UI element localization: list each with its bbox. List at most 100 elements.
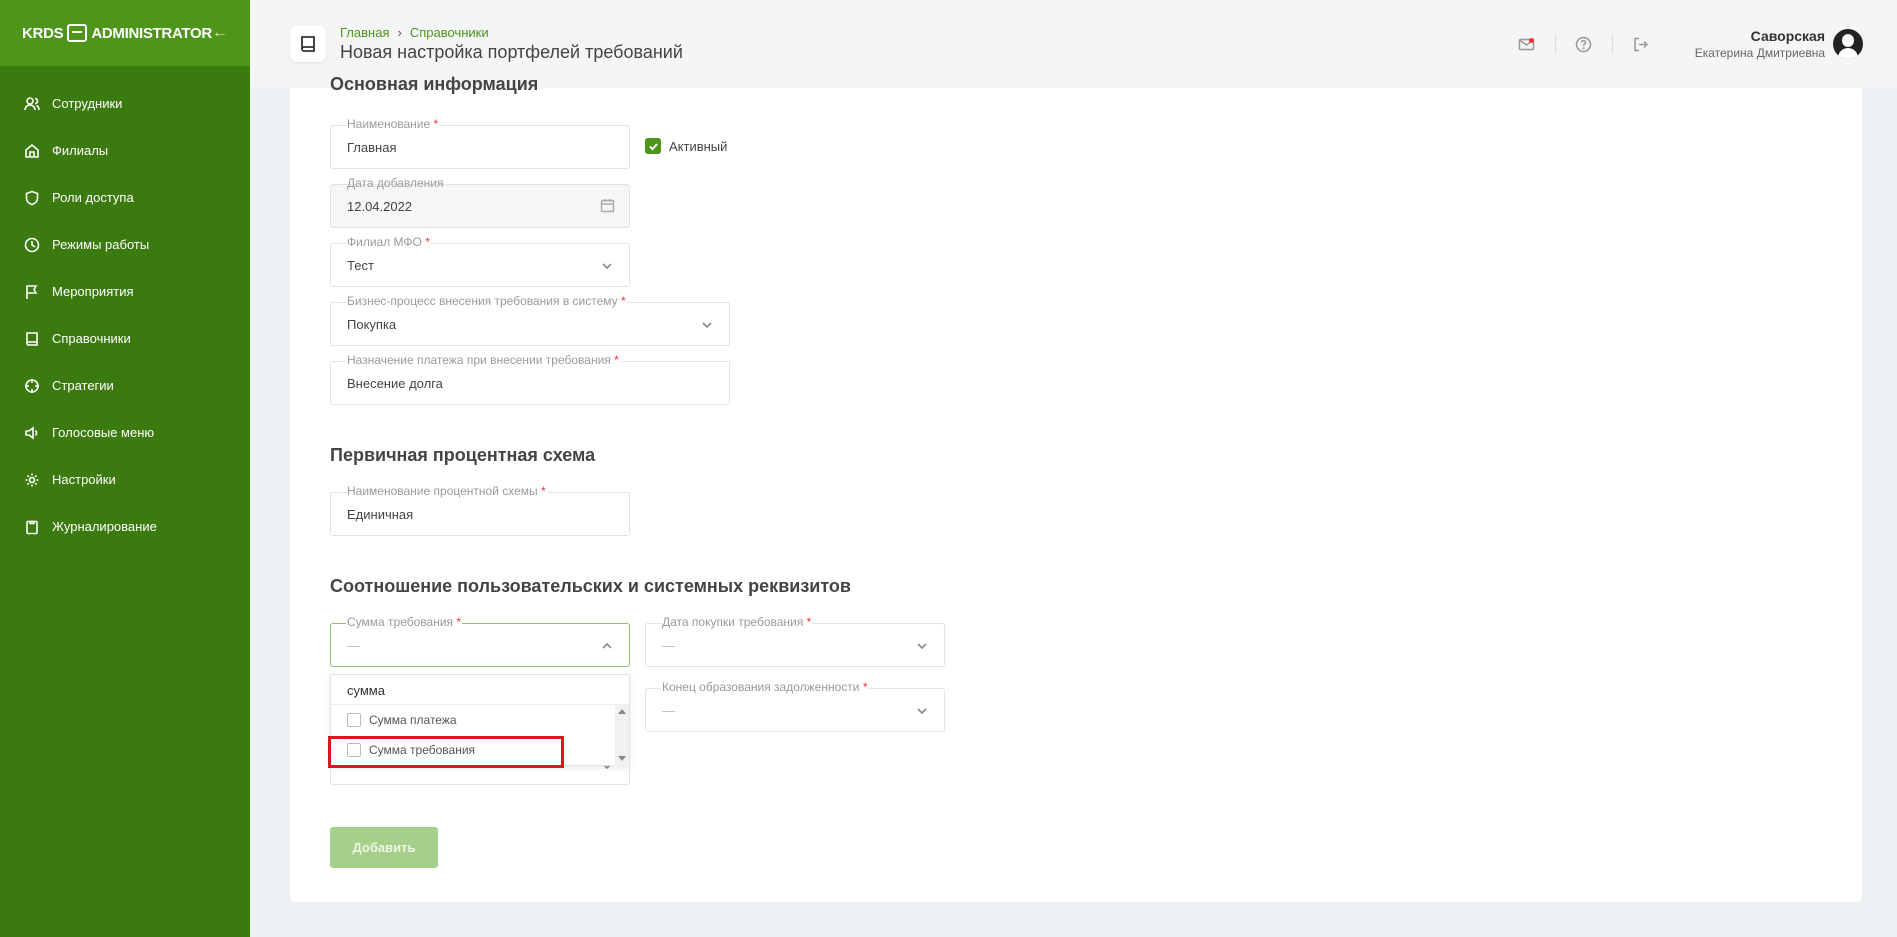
- check-icon[interactable]: [645, 138, 661, 154]
- section-title-mapping: Соотношение пользовательских и системных…: [330, 576, 851, 596]
- claim-sum-label: Сумма требования *: [346, 615, 463, 629]
- purchase-date-value: —: [662, 638, 675, 653]
- sidebar-header: KRDS ADMINISTRATOR ←: [0, 0, 250, 66]
- sidebar-item-access-roles[interactable]: Роли доступа: [0, 174, 250, 221]
- breadcrumb-home[interactable]: Главная: [340, 25, 389, 40]
- claim-sum-select[interactable]: Сумма требования * —: [330, 615, 630, 667]
- dropdown-search-input[interactable]: сумма: [331, 675, 629, 705]
- branch-label: Филиал МФО *: [346, 235, 431, 249]
- sidebar-item-label: Стратегии: [52, 378, 114, 393]
- sidebar-item-label: Сотрудники: [52, 96, 123, 111]
- user-name: Саворская: [1750, 28, 1825, 44]
- sidebar-item-logging[interactable]: Журналирование: [0, 503, 250, 550]
- active-label: Активный: [669, 138, 728, 154]
- sidebar-item-voice-menus[interactable]: Голосовые меню: [0, 409, 250, 456]
- header-actions: Саворская Екатерина Дмитриевна: [1499, 0, 1863, 88]
- name-field[interactable]: Наименование * Главная: [330, 117, 630, 169]
- sidebar-item-employees[interactable]: Сотрудники: [0, 80, 250, 127]
- branch-value: Тест: [347, 258, 374, 273]
- chevron-down-icon: [701, 318, 712, 329]
- sidebar-item-label: Мероприятия: [52, 284, 134, 299]
- users-icon: [24, 96, 40, 112]
- book-icon[interactable]: [290, 26, 326, 62]
- logo[interactable]: KRDS ADMINISTRATOR: [22, 24, 212, 42]
- sidebar-item-label: Голосовые меню: [52, 425, 155, 440]
- highlight-box: [328, 736, 564, 768]
- business-process-select[interactable]: Бизнес-процесс внесения требования в сис…: [330, 294, 730, 346]
- sidebar-item-references[interactable]: Справочники: [0, 315, 250, 362]
- active-checkbox[interactable]: Активный: [645, 138, 727, 154]
- logo-icon: [67, 24, 88, 42]
- sidebar-item-strategies[interactable]: Стратегии: [0, 362, 250, 409]
- checkbox[interactable]: [347, 713, 361, 727]
- gear-icon: [24, 472, 40, 488]
- avatar[interactable]: [1833, 29, 1863, 59]
- sidebar-item-label: Журналирование: [52, 519, 157, 534]
- shield-icon: [24, 190, 40, 206]
- business-process-label: Бизнес-процесс внесения требования в сис…: [346, 294, 627, 308]
- scheme-name-label: Наименование процентной схемы *: [346, 484, 547, 498]
- date-added-field: Дата добавления 12.04.2022: [330, 176, 630, 228]
- section-title-interest-scheme: Первичная процентная схема: [330, 445, 596, 465]
- claim-sum-value: —: [347, 638, 360, 653]
- notification-dot: [1529, 37, 1535, 43]
- sidebar: KRDS ADMINISTRATOR ← Сотрудники Филиалы …: [0, 0, 250, 937]
- divider: [1611, 34, 1613, 54]
- flag-icon: [24, 284, 40, 300]
- chevron-down-icon: [601, 259, 612, 270]
- purchase-date-select[interactable]: Дата покупки требования * —: [645, 615, 945, 667]
- header-titles: Главная › Справочники Новая настройка по…: [340, 25, 683, 63]
- crosshair-icon: [24, 378, 40, 394]
- sidebar-item-work-modes[interactable]: Режимы работы: [0, 221, 250, 268]
- breadcrumb: Главная › Справочники: [340, 25, 683, 40]
- dropdown-option-payment-sum[interactable]: Сумма платежа: [331, 705, 629, 735]
- add-button[interactable]: Добавить: [330, 827, 438, 868]
- user-subname: Екатерина Дмитриевна: [1694, 46, 1825, 60]
- divider: [1554, 34, 1556, 54]
- scroll-down-icon[interactable]: [618, 756, 626, 761]
- sidebar-item-events[interactable]: Мероприятия: [0, 268, 250, 315]
- chevron-down-icon: [916, 639, 927, 650]
- help-icon[interactable]: [1574, 34, 1594, 54]
- sidebar-item-label: Справочники: [52, 331, 131, 346]
- speaker-icon: [24, 425, 40, 441]
- debt-end-label: Конец образования задолженности *: [661, 680, 869, 694]
- scroll-up-icon[interactable]: [618, 709, 626, 714]
- branch-select[interactable]: Филиал МФО * Тест: [330, 235, 630, 287]
- purchase-date-label: Дата покупки требования *: [661, 615, 813, 629]
- logo-text: KRDS: [22, 24, 64, 42]
- breadcrumb-references[interactable]: Справочники: [410, 25, 489, 40]
- book-icon: [24, 331, 40, 347]
- logo-suffix: ADMINISTRATOR: [91, 24, 212, 42]
- section-title-main-info: Основная информация: [330, 74, 539, 94]
- clipboard-icon: [24, 519, 40, 535]
- sidebar-nav: Сотрудники Филиалы Роли доступа Режимы р…: [0, 66, 250, 550]
- sidebar-item-label: Филиалы: [52, 143, 109, 158]
- date-added-value: 12.04.2022: [347, 199, 413, 214]
- payment-purpose-label: Назначение платежа при внесении требован…: [346, 353, 620, 367]
- form-card: Основная информация Наименование * Главн…: [290, 74, 1862, 902]
- debt-end-value: —: [662, 703, 675, 718]
- sidebar-item-settings[interactable]: Настройки: [0, 456, 250, 503]
- arrow-left-icon[interactable]: ←: [212, 24, 228, 42]
- sidebar-item-branches[interactable]: Филиалы: [0, 127, 250, 174]
- calendar-icon: [600, 198, 615, 218]
- name-label: Наименование *: [346, 117, 440, 131]
- chevron-up-icon: [601, 639, 612, 649]
- logout-icon[interactable]: [1631, 34, 1651, 54]
- dropdown-scrollbar[interactable]: [615, 705, 629, 767]
- sidebar-item-label: Настройки: [52, 472, 116, 487]
- business-process-value: Покупка: [347, 317, 397, 332]
- chevron-down-icon: [916, 704, 927, 715]
- user-info[interactable]: Саворская Екатерина Дмитриевна: [1695, 28, 1825, 60]
- breadcrumb-separator: ›: [397, 25, 402, 40]
- payment-purpose-field[interactable]: Назначение платежа при внесении требован…: [330, 353, 730, 405]
- scheme-name-value: Единичная: [347, 507, 414, 522]
- name-value: Главная: [347, 140, 397, 155]
- clock-icon: [24, 237, 40, 253]
- mail-icon[interactable]: [1517, 34, 1537, 54]
- option-label: Сумма платежа: [369, 713, 457, 727]
- scheme-name-field[interactable]: Наименование процентной схемы * Единична…: [330, 484, 630, 536]
- date-added-label: Дата добавления: [347, 176, 444, 190]
- debt-end-select[interactable]: Конец образования задолженности * —: [645, 680, 945, 732]
